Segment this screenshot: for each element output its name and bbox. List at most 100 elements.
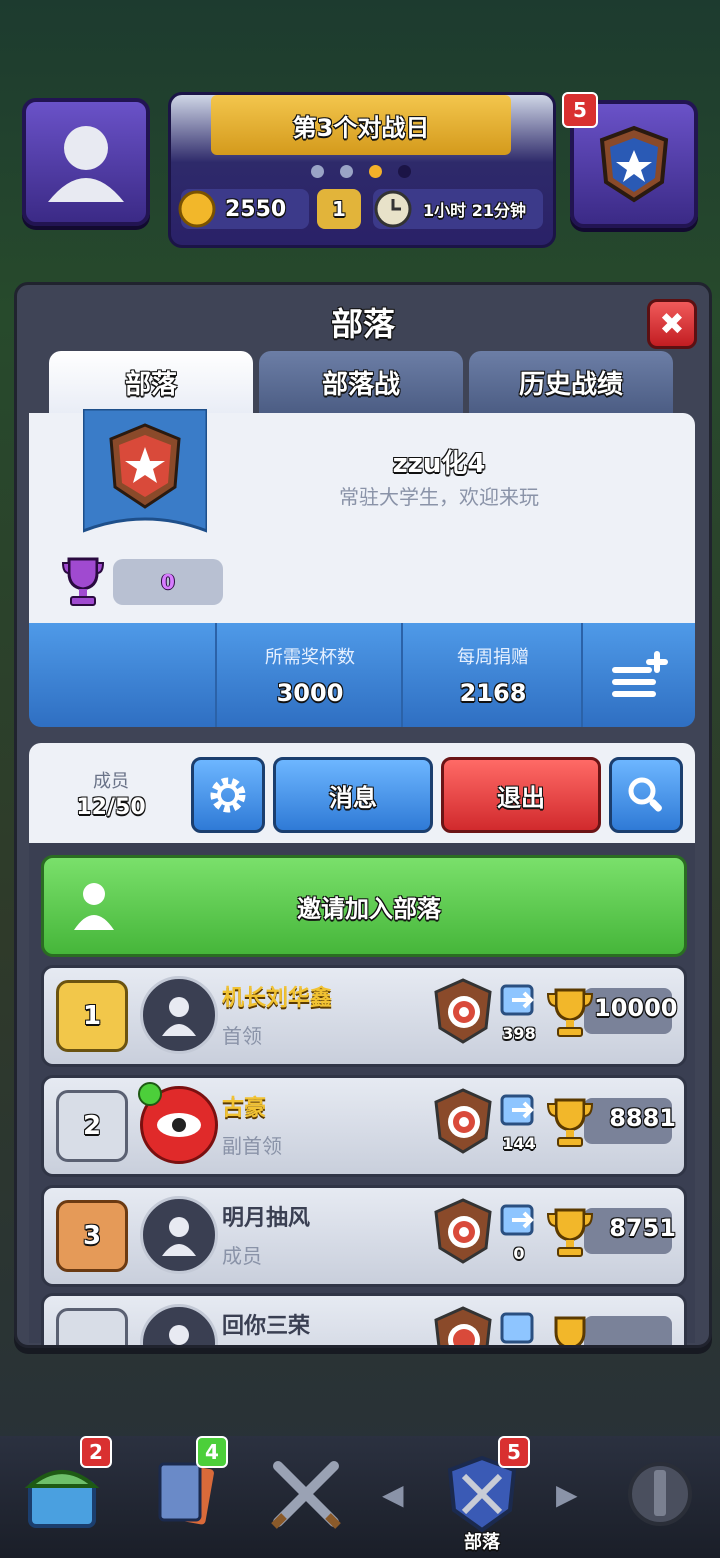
leave-button[interactable]: 退出 xyxy=(441,757,601,833)
invite-button[interactable]: 邀请加入部落 xyxy=(41,855,687,957)
search-icon xyxy=(628,777,662,812)
cards-badge: 4 xyxy=(196,1436,228,1468)
war-day-dots xyxy=(311,165,411,178)
nav-battle[interactable] xyxy=(258,1446,354,1542)
members-label: 成员 xyxy=(93,771,129,792)
chests-badge: 2 xyxy=(80,1436,112,1468)
clan-menu-cell[interactable] xyxy=(581,623,697,727)
gold-chip: 2550 xyxy=(178,189,309,229)
weekly-donations-value: 2168 xyxy=(459,679,527,707)
required-trophies-value: 3000 xyxy=(276,679,344,707)
tab-history[interactable]: 历史战绩 xyxy=(469,351,673,413)
purple-trophy-icon xyxy=(61,557,105,606)
member-role: 成员 xyxy=(222,1244,262,1268)
settings-button[interactable] xyxy=(191,757,265,833)
level-chip: 1 xyxy=(317,189,361,229)
donation-value: 0 xyxy=(513,1244,525,1263)
trophy-value: 10000 xyxy=(594,994,678,1022)
clan-trophy-box: 0 xyxy=(113,559,223,605)
eye-icon xyxy=(157,1113,201,1137)
war-target-icon xyxy=(434,978,492,1044)
online-indicator xyxy=(138,1082,162,1106)
donate-icon xyxy=(500,984,534,1016)
member-row[interactable]: 3 明月抽风 成员 0 8751 xyxy=(41,1185,687,1287)
gold-icon xyxy=(178,190,216,228)
war-target-icon xyxy=(434,1306,492,1345)
person-icon xyxy=(162,997,196,1036)
nav-left-arrow[interactable]: ◀ xyxy=(382,1478,404,1511)
avatar xyxy=(140,976,218,1054)
required-trophies-label: 所需奖杯数 xyxy=(265,647,355,668)
members-toolbar: 成员 12/50 消息 退出 xyxy=(29,743,695,843)
person-icon xyxy=(48,126,124,202)
bottom-nav: 2 4 ◀ 5 部落 ▶ xyxy=(0,1436,720,1558)
trophy-icon xyxy=(546,988,594,1037)
rank-badge: 2 xyxy=(56,1090,128,1162)
donate-icon xyxy=(500,1312,534,1344)
trophy-value: 8751 xyxy=(609,1214,676,1242)
clan-description: 常驻大学生，欢迎来玩 xyxy=(339,485,539,509)
member-name: 回你三荣 xyxy=(222,1314,311,1339)
nav-right-arrow[interactable]: ▶ xyxy=(556,1478,578,1511)
laurel-icon xyxy=(628,1462,692,1526)
member-role: 副首领 xyxy=(222,1134,282,1158)
rank-badge: 1 xyxy=(56,980,128,1052)
member-name: 机长刘华鑫 xyxy=(222,986,333,1011)
clan-info: 0 zzu化4 常驻大学生，欢迎来玩 xyxy=(29,409,695,625)
war-target-icon xyxy=(434,1198,492,1264)
member-row[interactable]: 2 古豪 副首领 144 8881 xyxy=(41,1075,687,1177)
clock-icon xyxy=(374,190,412,228)
invite-label: 邀请加入部落 xyxy=(297,894,441,923)
message-button[interactable]: 消息 xyxy=(273,757,433,833)
timer-chip: 1小时 21分钟 xyxy=(373,189,543,229)
rank-badge xyxy=(56,1308,128,1345)
panel-title: 部落 xyxy=(330,305,395,343)
person-icon xyxy=(74,883,114,930)
members-count: 12/50 xyxy=(76,795,146,820)
trophy-box xyxy=(584,1316,672,1345)
member-row[interactable]: 1 机长刘华鑫 首领 398 10000 xyxy=(41,965,687,1067)
clan-panel: 部落 ✖ 部落 部落战 历史战绩 0 zzu化4 常驻大学生，欢迎来玩 所需奖杯… xyxy=(14,282,712,1348)
member-row[interactable]: 回你三荣 xyxy=(41,1293,687,1345)
close-button[interactable]: ✖ xyxy=(647,299,697,349)
trophy-icon xyxy=(546,1098,594,1147)
clan-nav-label: 部落 xyxy=(464,1532,500,1553)
war-day-title: 第3个对战日 xyxy=(211,95,511,155)
required-trophies-cell: 所需奖杯数 3000 xyxy=(215,623,403,727)
clan-war-badge: 5 xyxy=(562,92,598,128)
clan-nav-badge: 5 xyxy=(498,1436,530,1468)
rank-badge: 3 xyxy=(56,1200,128,1272)
clan-name: zzu化4 xyxy=(392,449,486,479)
weekly-donations-cell: 每周捐赠 2168 xyxy=(401,623,583,727)
crossed-swords-icon xyxy=(271,1461,341,1529)
search-button[interactable] xyxy=(609,757,683,833)
avatar xyxy=(140,1304,218,1345)
donate-icon xyxy=(500,1204,534,1236)
clan-war-banner[interactable]: 第3个对战日 2550 1 1小时 21分钟 xyxy=(168,92,556,248)
friends-button[interactable] xyxy=(22,98,150,226)
level-value: 1 xyxy=(332,197,346,221)
clan-banner-icon xyxy=(83,409,207,533)
weekly-donations-label: 每周捐赠 xyxy=(457,647,529,668)
trophy-value: 8881 xyxy=(609,1104,676,1132)
clan-stats: 所需奖杯数 3000 每周捐赠 2168 xyxy=(29,623,695,727)
list-add-icon xyxy=(612,651,668,697)
gear-icon xyxy=(210,777,246,813)
avatar xyxy=(140,1196,218,1274)
trophy-icon xyxy=(554,1316,586,1345)
donation-value: 398 xyxy=(502,1024,536,1043)
trophy-icon xyxy=(546,1208,594,1257)
nav-events[interactable] xyxy=(612,1446,708,1542)
tab-clan[interactable]: 部落 xyxy=(49,351,253,413)
member-role: 首领 xyxy=(222,1024,262,1048)
person-icon xyxy=(162,1217,196,1256)
person-icon xyxy=(169,1325,189,1345)
gold-value: 2550 xyxy=(225,196,287,222)
member-name: 明月抽风 xyxy=(222,1206,311,1231)
donation-value: 144 xyxy=(502,1134,536,1153)
clan-trophy-value: 0 xyxy=(161,570,175,594)
war-target-icon xyxy=(434,1088,492,1154)
member-name: 古豪 xyxy=(222,1096,267,1121)
tab-clan-war[interactable]: 部落战 xyxy=(259,351,463,413)
donate-icon xyxy=(500,1094,534,1126)
